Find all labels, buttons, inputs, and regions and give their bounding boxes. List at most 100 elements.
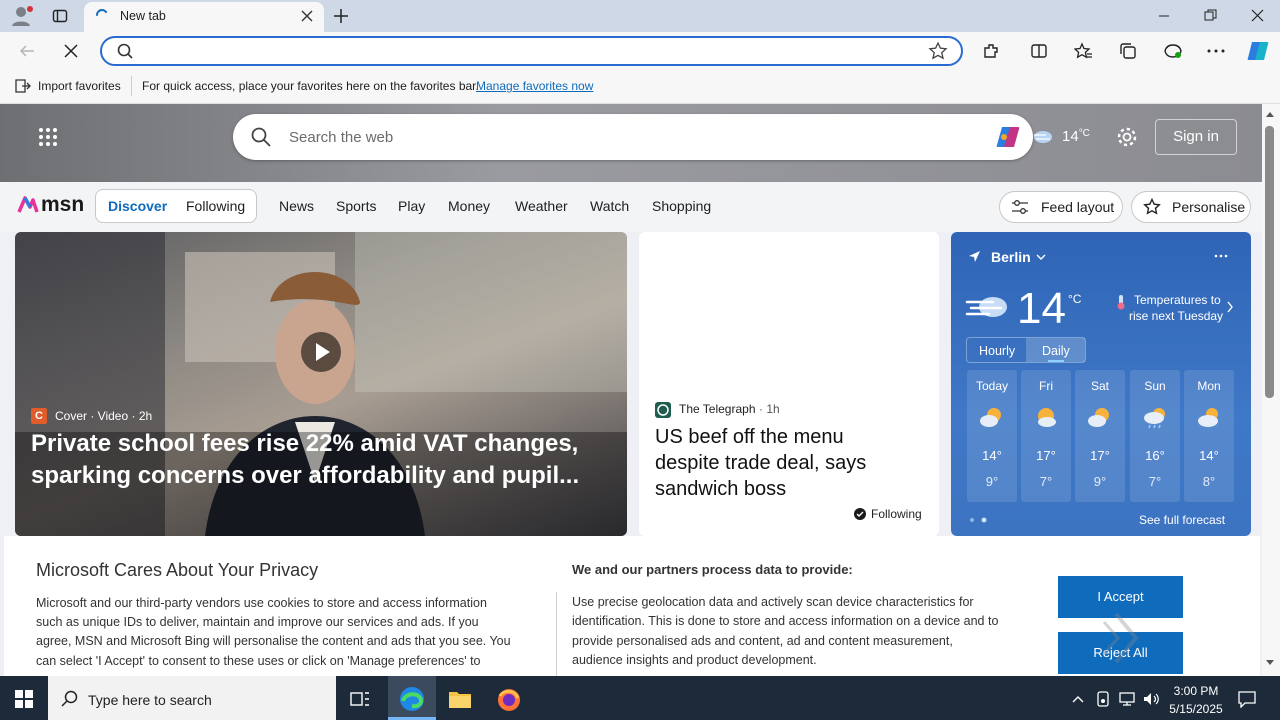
- split-screen-icon[interactable]: [1030, 42, 1048, 60]
- copilot-search-icon[interactable]: [994, 124, 1022, 150]
- city-chevron-down-icon[interactable]: [1035, 252, 1047, 262]
- day-low: 9°: [1093, 474, 1107, 489]
- nav-money[interactable]: Money: [448, 198, 490, 214]
- header-weather-icon[interactable]: [1032, 126, 1054, 146]
- personalise-label: Personalise: [1172, 199, 1246, 215]
- toggle-hourly[interactable]: Hourly: [979, 344, 1015, 358]
- windows-start-icon[interactable]: [15, 690, 33, 708]
- device-icon[interactable]: [1096, 691, 1110, 707]
- day-low: 8°: [1202, 474, 1216, 489]
- sign-in-button[interactable]: Sign in: [1155, 119, 1237, 155]
- second-headline-line3[interactable]: sandwich boss: [655, 478, 786, 501]
- scrollbar-thumb[interactable]: [1265, 126, 1274, 398]
- import-favorites-icon: [14, 78, 32, 94]
- feed-layout-icon: [1011, 199, 1029, 215]
- main-story-card[interactable]: C Cover · Video · 2h Private school fees…: [15, 232, 627, 536]
- partly-sunny-icon: [979, 406, 1005, 428]
- copilot-icon[interactable]: [1246, 40, 1270, 62]
- location-arrow-icon: [968, 250, 981, 263]
- nav-play[interactable]: Play: [398, 198, 425, 214]
- privacy-body-line: such as unique IDs to deliver, maintain …: [36, 615, 479, 629]
- stop-loading-icon[interactable]: [63, 43, 79, 59]
- msn-logo[interactable]: msn: [17, 192, 84, 218]
- nav-shopping[interactable]: Shopping: [652, 198, 711, 214]
- following-status[interactable]: Following: [871, 507, 922, 521]
- second-headline-line1[interactable]: US beef off the menu: [655, 426, 844, 449]
- more-options-icon[interactable]: [1207, 49, 1225, 53]
- volume-icon[interactable]: [1142, 691, 1160, 707]
- tab-title: New tab: [120, 9, 166, 23]
- profile-icon[interactable]: [10, 5, 34, 27]
- tab-discover[interactable]: Discover: [108, 198, 167, 214]
- following-check-icon: [854, 508, 866, 520]
- watermark-logo: [1036, 608, 1236, 670]
- weather-city[interactable]: Berlin: [991, 249, 1031, 265]
- partners-line: Use precise geolocation data and activel…: [572, 595, 974, 609]
- see-full-forecast-link[interactable]: See full forecast: [1139, 513, 1225, 527]
- favorite-star-icon[interactable]: [928, 41, 948, 61]
- task-view-icon[interactable]: [350, 690, 370, 708]
- day-label: Fri: [1039, 379, 1053, 393]
- show-hidden-icons-icon[interactable]: [1072, 694, 1084, 704]
- new-tab-icon[interactable]: [332, 7, 350, 25]
- toggle-daily[interactable]: Daily: [1042, 344, 1070, 358]
- nav-news[interactable]: News: [279, 198, 314, 214]
- taskbar-search-icon: [61, 690, 79, 708]
- firefox-icon[interactable]: [497, 688, 521, 712]
- browser-essentials-icon[interactable]: [1163, 42, 1183, 60]
- story-headline-line1[interactable]: Private school fees rise 22% amid VAT ch…: [31, 430, 578, 458]
- nav-watch[interactable]: Watch: [590, 198, 629, 214]
- second-story-source: The Telegraph: [679, 402, 756, 416]
- current-weather-icon: [965, 290, 1011, 324]
- file-explorer-icon[interactable]: [448, 689, 472, 709]
- second-headline-line2[interactable]: despite trade deal, says: [655, 452, 866, 475]
- import-favorites-button[interactable]: Import favorites: [38, 79, 121, 93]
- notifications-icon[interactable]: [1238, 690, 1256, 708]
- scroll-up-icon[interactable]: [1264, 110, 1276, 118]
- taskbar-search-input[interactable]: Type here to search: [88, 692, 212, 708]
- network-icon[interactable]: [1118, 691, 1136, 707]
- day-high: 17°: [1090, 448, 1110, 463]
- privacy-title: Microsoft Cares About Your Privacy: [36, 560, 319, 580]
- close-tab-icon[interactable]: [300, 9, 314, 23]
- scroll-down-icon[interactable]: [1264, 659, 1276, 667]
- minimize-icon[interactable]: [1158, 10, 1170, 22]
- nav-weather[interactable]: Weather: [515, 198, 568, 214]
- manage-favorites-link[interactable]: Manage favorites now: [476, 79, 593, 93]
- clock-date[interactable]: 5/15/2025: [1165, 702, 1227, 716]
- header-weather-temp[interactable]: 14°C: [1062, 128, 1090, 145]
- nav-sports[interactable]: Sports: [336, 198, 376, 214]
- toggle-daily-underline: [1048, 360, 1064, 362]
- story-headline-line2[interactable]: sparking concerns over affordability and…: [31, 462, 579, 490]
- partly-sunny-icon: [1087, 406, 1113, 428]
- restore-icon[interactable]: [1204, 9, 1217, 22]
- day-low: 7°: [1148, 474, 1162, 489]
- weather-note-chevron-icon[interactable]: [1226, 301, 1234, 313]
- address-bar[interactable]: [100, 36, 963, 66]
- header-temp-value: 14: [1062, 128, 1079, 145]
- thermometer-icon: [1116, 294, 1126, 310]
- clock-time[interactable]: 3:00 PM: [1165, 684, 1227, 698]
- play-video-button[interactable]: [301, 332, 341, 372]
- weather-more-icon[interactable]: [1214, 254, 1228, 258]
- favorites-icon[interactable]: [1074, 42, 1092, 60]
- current-temp-unit: °C: [1068, 292, 1082, 306]
- web-search-input[interactable]: Search the web: [289, 129, 393, 146]
- story-image: [15, 232, 627, 536]
- second-story-card[interactable]: The Telegraph · 1h US beef off the menu …: [639, 232, 939, 536]
- close-window-icon[interactable]: [1251, 9, 1264, 22]
- tab-following[interactable]: Following: [186, 198, 245, 214]
- extensions-icon[interactable]: [982, 42, 1000, 60]
- privacy-body-line: Microsoft and our third-party vendors us…: [36, 596, 487, 610]
- current-temp: 14: [1017, 284, 1066, 333]
- tab-actions-icon[interactable]: [52, 8, 68, 24]
- day-low: 9°: [985, 474, 999, 489]
- web-search-icon: [250, 126, 272, 148]
- collections-icon[interactable]: [1119, 42, 1137, 60]
- settings-gear-icon[interactable]: [1116, 126, 1138, 148]
- back-icon[interactable]: [18, 42, 36, 60]
- play-icon: [316, 343, 330, 361]
- pager-dots[interactable]: [969, 517, 993, 523]
- favbar-divider: [131, 76, 132, 96]
- apps-grid-icon[interactable]: [38, 127, 58, 147]
